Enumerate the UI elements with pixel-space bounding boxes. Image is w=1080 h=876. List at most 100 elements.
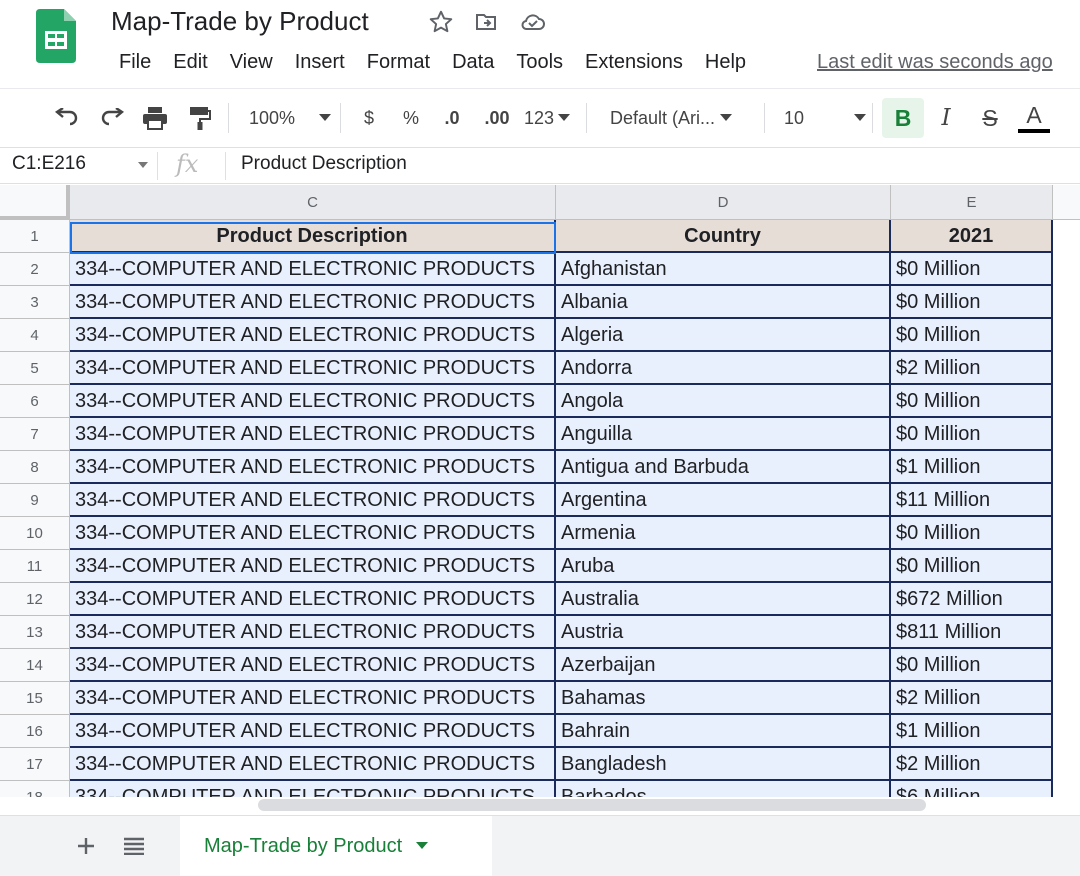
country-cell[interactable]: Bahamas — [556, 682, 891, 715]
product-description-cell[interactable]: 334--COMPUTER AND ELECTRONIC PRODUCTS — [70, 451, 556, 484]
header-cell-country[interactable]: Country — [556, 220, 891, 253]
cloud-saved-icon[interactable] — [519, 8, 547, 36]
menu-edit[interactable]: Edit — [162, 48, 218, 76]
menu-data[interactable]: Data — [441, 48, 505, 76]
name-box[interactable]: C1:E216 — [12, 153, 86, 175]
sheets-logo-icon[interactable] — [36, 9, 76, 63]
menu-view[interactable]: View — [219, 48, 284, 76]
country-cell[interactable]: Bahrain — [556, 715, 891, 748]
row-header[interactable]: 10 — [0, 517, 70, 550]
value-2021-cell[interactable]: $0 Million — [891, 253, 1053, 286]
row-header[interactable]: 9 — [0, 484, 70, 517]
product-description-cell[interactable]: 334--COMPUTER AND ELECTRONIC PRODUCTS — [70, 550, 556, 583]
value-2021-cell[interactable]: $0 Million — [891, 286, 1053, 319]
menu-extensions[interactable]: Extensions — [574, 48, 694, 76]
italic-button[interactable]: I — [928, 89, 964, 147]
product-description-cell[interactable]: 334--COMPUTER AND ELECTRONIC PRODUCTS — [70, 286, 556, 319]
country-cell[interactable]: Azerbaijan — [556, 649, 891, 682]
value-2021-cell[interactable]: $2 Million — [891, 748, 1053, 781]
value-2021-cell[interactable]: $811 Million — [891, 616, 1053, 649]
value-2021-cell[interactable]: $0 Million — [891, 418, 1053, 451]
country-cell[interactable]: Bangladesh — [556, 748, 891, 781]
decrease-decimals-button[interactable]: .0 — [437, 89, 467, 147]
value-2021-cell[interactable]: $11 Million — [891, 484, 1053, 517]
row-header[interactable]: 6 — [0, 385, 70, 418]
country-cell[interactable]: Aruba — [556, 550, 891, 583]
header-cell-product-description[interactable]: Product Description — [70, 220, 556, 253]
font-size-select[interactable]: 10 — [774, 89, 870, 147]
menu-file[interactable]: File — [108, 48, 162, 76]
product-description-cell[interactable]: 334--COMPUTER AND ELECTRONIC PRODUCTS — [70, 682, 556, 715]
product-description-cell[interactable]: 334--COMPUTER AND ELECTRONIC PRODUCTS — [70, 781, 556, 797]
add-sheet-icon[interactable] — [70, 830, 102, 862]
value-2021-cell[interactable]: $2 Million — [891, 352, 1053, 385]
column-header-e[interactable]: E — [891, 185, 1053, 220]
product-description-cell[interactable]: 334--COMPUTER AND ELECTRONIC PRODUCTS — [70, 352, 556, 385]
country-cell[interactable]: Andorra — [556, 352, 891, 385]
value-2021-cell[interactable]: $672 Million — [891, 583, 1053, 616]
row-header[interactable]: 1 — [0, 220, 70, 253]
currency-format-button[interactable]: $ — [355, 89, 383, 147]
product-description-cell[interactable]: 334--COMPUTER AND ELECTRONIC PRODUCTS — [70, 385, 556, 418]
product-description-cell[interactable]: 334--COMPUTER AND ELECTRONIC PRODUCTS — [70, 583, 556, 616]
row-header[interactable]: 14 — [0, 649, 70, 682]
value-2021-cell[interactable]: $0 Million — [891, 649, 1053, 682]
row-header[interactable]: 5 — [0, 352, 70, 385]
row-header[interactable]: 3 — [0, 286, 70, 319]
product-description-cell[interactable]: 334--COMPUTER AND ELECTRONIC PRODUCTS — [70, 418, 556, 451]
row-header[interactable]: 15 — [0, 682, 70, 715]
value-2021-cell[interactable]: $0 Million — [891, 550, 1053, 583]
row-header[interactable]: 12 — [0, 583, 70, 616]
paint-format-icon[interactable] — [183, 89, 217, 147]
redo-icon[interactable] — [95, 89, 129, 147]
country-cell[interactable]: Australia — [556, 583, 891, 616]
value-2021-cell[interactable]: $0 Million — [891, 517, 1053, 550]
country-cell[interactable]: Angola — [556, 385, 891, 418]
value-2021-cell[interactable]: $1 Million — [891, 715, 1053, 748]
product-description-cell[interactable]: 334--COMPUTER AND ELECTRONIC PRODUCTS — [70, 616, 556, 649]
value-2021-cell[interactable]: $1 Million — [891, 451, 1053, 484]
select-all-corner[interactable] — [0, 185, 70, 220]
header-cell-2021[interactable]: 2021 — [891, 220, 1053, 253]
value-2021-cell[interactable]: $2 Million — [891, 682, 1053, 715]
menu-help[interactable]: Help — [694, 48, 757, 76]
row-header[interactable]: 2 — [0, 253, 70, 286]
product-description-cell[interactable]: 334--COMPUTER AND ELECTRONIC PRODUCTS — [70, 484, 556, 517]
value-2021-cell[interactable]: $0 Million — [891, 319, 1053, 352]
row-header[interactable]: 16 — [0, 715, 70, 748]
product-description-cell[interactable]: 334--COMPUTER AND ELECTRONIC PRODUCTS — [70, 748, 556, 781]
document-title[interactable]: Map-Trade by Product — [111, 6, 369, 37]
zoom-select[interactable]: 100% — [240, 89, 340, 147]
product-description-cell[interactable]: 334--COMPUTER AND ELECTRONIC PRODUCTS — [70, 715, 556, 748]
text-color-button[interactable]: A — [1016, 89, 1052, 147]
column-header-f[interactable] — [1053, 185, 1080, 220]
product-description-cell[interactable]: 334--COMPUTER AND ELECTRONIC PRODUCTS — [70, 649, 556, 682]
country-cell[interactable]: Austria — [556, 616, 891, 649]
percent-format-button[interactable]: % — [397, 89, 425, 147]
spreadsheet-grid[interactable]: C D E 1 Product Description Country 2021… — [0, 185, 1080, 797]
product-description-cell[interactable]: 334--COMPUTER AND ELECTRONIC PRODUCTS — [70, 253, 556, 286]
country-cell[interactable]: Argentina — [556, 484, 891, 517]
row-header[interactable]: 17 — [0, 748, 70, 781]
country-cell[interactable]: Albania — [556, 286, 891, 319]
row-header[interactable]: 7 — [0, 418, 70, 451]
row-header[interactable]: 18 — [0, 781, 70, 797]
column-header-c[interactable]: C — [70, 185, 556, 220]
more-formats-button[interactable]: 123 — [522, 89, 572, 147]
row-header[interactable]: 8 — [0, 451, 70, 484]
value-2021-cell[interactable]: $0 Million — [891, 385, 1053, 418]
star-icon[interactable] — [427, 8, 455, 36]
strikethrough-button[interactable]: S — [972, 89, 1008, 147]
menu-tools[interactable]: Tools — [505, 48, 574, 76]
all-sheets-icon[interactable] — [118, 830, 150, 862]
country-cell[interactable]: Anguilla — [556, 418, 891, 451]
chevron-down-icon[interactable] — [416, 842, 429, 850]
increase-decimals-button[interactable]: .00 — [479, 89, 515, 147]
product-description-cell[interactable]: 334--COMPUTER AND ELECTRONIC PRODUCTS — [70, 517, 556, 550]
row-header[interactable]: 11 — [0, 550, 70, 583]
country-cell[interactable]: Barbados — [556, 781, 891, 797]
column-header-d[interactable]: D — [556, 185, 891, 220]
country-cell[interactable]: Antigua and Barbuda — [556, 451, 891, 484]
sheet-tab-active[interactable]: Map-Trade by Product — [180, 816, 492, 876]
last-edit-link[interactable]: Last edit was seconds ago — [817, 48, 1053, 76]
